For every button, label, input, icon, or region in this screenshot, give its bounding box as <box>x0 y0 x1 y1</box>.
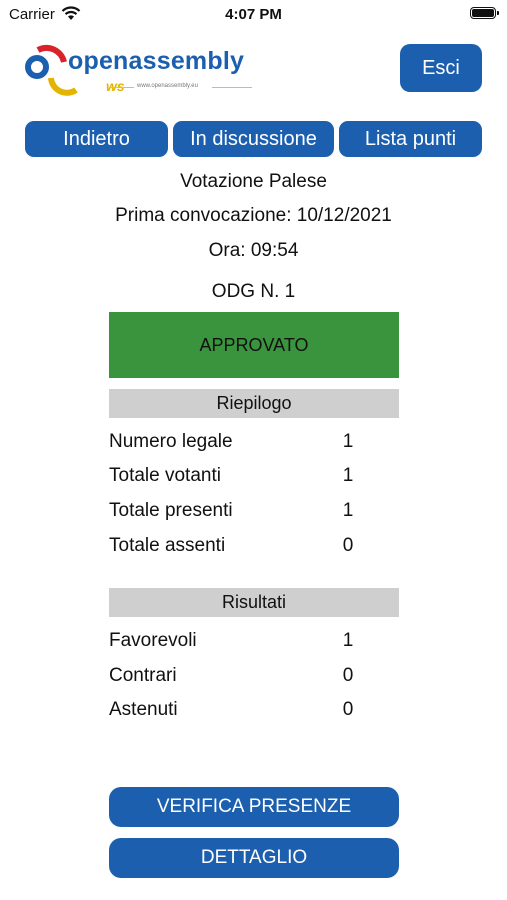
result-label: Favorevoli <box>109 630 197 651</box>
logo-divider <box>212 87 252 88</box>
in-discussion-button[interactable]: In discussione <box>173 121 334 157</box>
detail-button[interactable]: DETTAGLIO <box>109 838 399 878</box>
logo-wordmark: openassembly <box>68 47 245 75</box>
results-header: Risultati <box>109 588 399 617</box>
vote-time: Ora: 09:54 <box>208 240 299 261</box>
result-label: Astenuti <box>109 699 178 720</box>
summary-value: 1 <box>342 465 354 486</box>
summary-value: 1 <box>342 500 354 521</box>
logo-sub: ws <box>106 78 125 94</box>
battery-icon <box>470 7 499 19</box>
back-button[interactable]: Indietro <box>25 121 168 157</box>
app-logo: openassembly ws www.openassembly.eu <box>24 40 254 98</box>
result-label: Contrari <box>109 665 177 686</box>
result-value: 0 <box>342 699 354 720</box>
points-list-button[interactable]: Lista punti <box>339 121 482 157</box>
summary-value: 1 <box>342 431 354 452</box>
summary-label: Totale votanti <box>109 465 221 486</box>
clock: 4:07 PM <box>225 6 282 23</box>
status-bar: Carrier 4:07 PM <box>0 0 507 30</box>
summary-label: Totale assenti <box>109 535 226 556</box>
result-value: 1 <box>342 630 354 651</box>
result-value: 0 <box>342 665 354 686</box>
odg-number: ODG N. 1 <box>211 281 296 302</box>
result-status-badge: APPROVATO <box>109 312 399 378</box>
convocation-date: Prima convocazione: 10/12/2021 <box>115 205 392 226</box>
summary-label: Numero legale <box>109 431 233 452</box>
summary-header: Riepilogo <box>109 389 399 418</box>
logo-url: www.openassembly.eu <box>137 83 198 89</box>
verify-attendance-button[interactable]: VERIFICA PRESENZE <box>109 787 399 827</box>
exit-button[interactable]: Esci <box>400 44 482 92</box>
summary-value: 0 <box>342 535 354 556</box>
vote-type: Votazione Palese <box>180 171 327 192</box>
summary-label: Totale presenti <box>109 500 233 521</box>
logo-divider <box>110 87 134 88</box>
